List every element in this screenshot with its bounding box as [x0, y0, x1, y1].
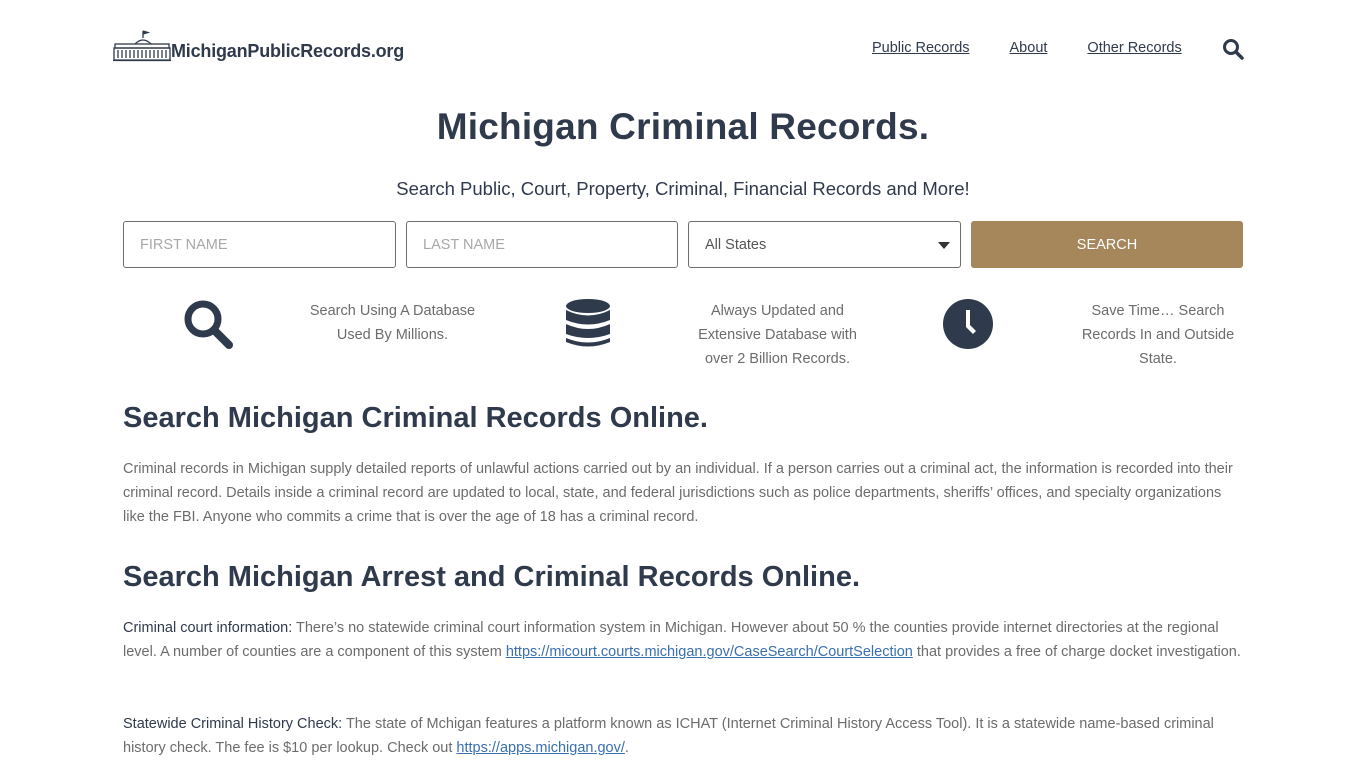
feature-text-search: Search Using A Database Used By Millions…	[300, 299, 485, 347]
state-select[interactable]: All States	[688, 221, 961, 268]
site-header: MichiganPublicRecords.org Public Records…	[0, 0, 1366, 100]
criminal-court-paragraph: Criminal court information: There’s no s…	[123, 616, 1245, 664]
site-logo[interactable]: MichiganPublicRecords.org	[113, 30, 404, 62]
feature-line: Used By Millions.	[336, 327, 449, 343]
search-icon	[184, 300, 233, 349]
last-name-input[interactable]	[406, 221, 678, 268]
feature-line: Records In and Outside	[1081, 327, 1235, 343]
main-nav: Public Records About Other Records	[872, 40, 1222, 56]
apps-michigan-link[interactable]: https://apps.michigan.gov/	[456, 740, 624, 756]
capitol-building-icon	[113, 30, 171, 62]
feature-line: Save Time… Search	[1091, 303, 1225, 319]
section-heading-criminal-records: Search Michigan Criminal Records Online.	[123, 402, 708, 434]
criminal-court-label: Criminal court information:	[123, 620, 293, 636]
micourt-link[interactable]: https://micourt.courts.michigan.gov/Case…	[506, 644, 913, 660]
statewide-history-paragraph: Statewide Criminal History Check: The st…	[123, 712, 1245, 760]
caret-down-icon	[938, 242, 950, 249]
nav-other-records[interactable]: Other Records	[1087, 40, 1181, 56]
database-icon	[566, 299, 610, 347]
page-subtitle: Search Public, Court, Property, Criminal…	[396, 178, 970, 199]
section-paragraph-criminal-records: Criminal records in Michigan supply deta…	[123, 461, 1233, 525]
nav-about[interactable]: About	[1010, 40, 1048, 56]
feature-text-database: Always Updated and Extensive Database wi…	[680, 299, 875, 371]
clock-icon	[943, 299, 993, 349]
state-select-value: All States	[705, 237, 767, 253]
feature-line: Search Using A Database	[309, 303, 476, 319]
first-name-input[interactable]	[123, 221, 396, 268]
statewide-history-label: Statewide Criminal History Check:	[123, 716, 343, 732]
feature-line: Extensive Database with	[698, 327, 857, 343]
nav-public-records[interactable]: Public Records	[872, 40, 970, 56]
feature-line: Always Updated and	[711, 303, 844, 319]
page-title: Michigan Criminal Records.	[436, 106, 930, 147]
feature-line: State.	[1139, 351, 1177, 367]
logo-text: MichiganPublicRecords.org	[171, 41, 405, 61]
section-heading-arrest-records: Search Michigan Arrest and Criminal Reco…	[123, 561, 861, 593]
feature-text-clock: Save Time… Search Records In and Outside…	[1068, 299, 1248, 371]
search-icon[interactable]	[1222, 38, 1244, 60]
criminal-court-text-end: that provides a free of charge docket in…	[912, 644, 1241, 660]
statewide-history-text-end: .	[624, 740, 629, 756]
feature-line: over 2 Billion Records.	[704, 351, 851, 367]
search-button[interactable]: SEARCH	[971, 221, 1243, 268]
search-form: All States SEARCH	[123, 221, 1243, 268]
